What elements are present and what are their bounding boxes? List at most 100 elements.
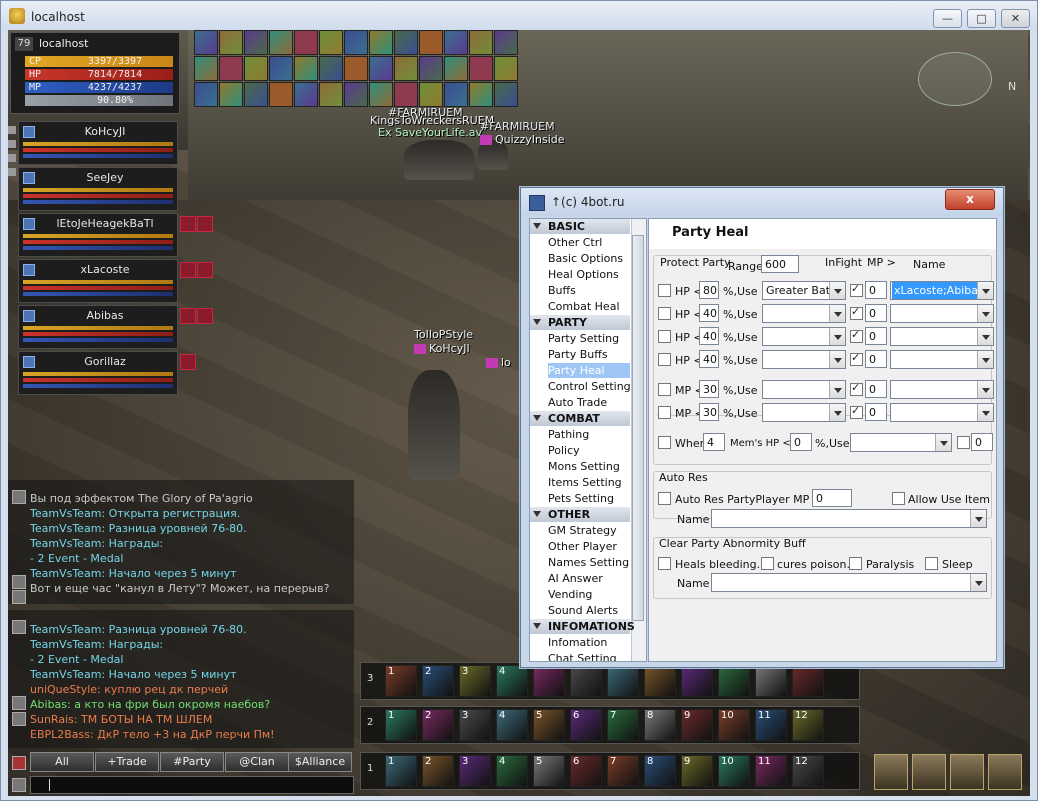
hotbar-slot[interactable]: 9 (681, 755, 713, 787)
player-name-tag[interactable]: lo (486, 356, 511, 369)
minimap[interactable] (918, 52, 992, 106)
rule-skill-select[interactable] (762, 327, 846, 346)
nav-item-policy[interactable]: Policy (548, 443, 630, 458)
rule-mp-input[interactable]: 0 (865, 380, 887, 398)
hotbar-slot[interactable]: 4 (496, 665, 528, 697)
hotbar-slot[interactable]: 7 (607, 755, 639, 787)
hotbar-slot[interactable]: 1 (385, 709, 417, 741)
nav-item-other-ctrl[interactable]: Other Ctrl (548, 235, 630, 250)
rule-enable-checkbox[interactable] (658, 353, 671, 366)
side-button-icon[interactable] (8, 126, 16, 134)
hotbar-slot[interactable]: 10 (718, 709, 750, 741)
cures-poison-checkbox[interactable] (761, 557, 774, 570)
player-name-tag[interactable]: #FARMIRUEM (480, 120, 555, 133)
hotbar-slot[interactable]: 12 (792, 709, 824, 741)
rule-name-select[interactable] (890, 403, 994, 422)
hotbar-slot[interactable]: 1 (385, 665, 417, 697)
nav-item-names-setting[interactable]: Names Setting (548, 555, 630, 570)
rule-name-select[interactable] (890, 350, 994, 369)
nav-item-chat-setting[interactable]: Chat Setting (548, 651, 630, 661)
chat-tab-alliance[interactable]: $Alliance (288, 752, 352, 772)
when-extra-checkbox[interactable] (957, 436, 970, 449)
rule-mp-input[interactable]: 0 (865, 304, 887, 322)
player-name-tag[interactable]: Ex SaveYourLife.av (378, 126, 482, 139)
bot-close-button[interactable]: x (945, 189, 995, 210)
player-character[interactable] (408, 370, 460, 480)
hotbar-slot[interactable]: 3 (459, 709, 491, 741)
auto-res-mp-input[interactable]: 0 (812, 489, 852, 507)
chat-tab-party[interactable]: #Party (160, 752, 224, 772)
rule-percent-input[interactable]: 30 (699, 380, 719, 398)
auto-res-checkbox[interactable] (658, 492, 671, 505)
scroll-up-button[interactable] (12, 620, 26, 634)
nav-item-control-setting[interactable]: Control Setting (548, 379, 631, 394)
nav-item-other-player[interactable]: Other Player (548, 539, 630, 554)
rule-percent-input[interactable]: 40 (699, 327, 719, 345)
infight-checkbox[interactable] (850, 381, 863, 396)
side-button-icon[interactable] (8, 140, 16, 148)
when-skill-select[interactable] (850, 433, 952, 452)
nav-item-pathing[interactable]: Pathing (548, 427, 630, 442)
nav-section-infomations[interactable]: INFOMATIONS (530, 619, 635, 634)
rule-percent-input[interactable]: 80 (699, 281, 719, 299)
paralysis-checkbox[interactable] (849, 557, 862, 570)
nav-item-sound-alerts[interactable]: Sound Alerts (548, 603, 630, 618)
party-member[interactable]: KoHcyJI (18, 121, 178, 165)
rule-name-select[interactable] (890, 380, 994, 399)
chat-mode-icon[interactable] (12, 778, 26, 792)
infight-checkbox[interactable] (850, 351, 863, 366)
nav-section-other[interactable]: OTHER (530, 507, 630, 522)
when-extra-input[interactable]: 0 (971, 433, 993, 451)
hotbar-slot[interactable]: 2 (422, 755, 454, 787)
hotbar-slot[interactable] (533, 665, 565, 697)
rule-name-select[interactable]: xLacoste;Abibas; (890, 281, 994, 300)
nav-item-party-buffs[interactable]: Party Buffs (548, 347, 630, 362)
rule-percent-input[interactable]: 40 (699, 304, 719, 322)
party-member[interactable]: lEtoJeHeagekBaTl (18, 213, 178, 257)
nav-item-mons-setting[interactable]: Mons Setting (548, 459, 630, 474)
scroll-handle[interactable] (12, 696, 26, 710)
nav-item-combat-heal[interactable]: Combat Heal (548, 299, 630, 314)
hotbar-slot[interactable]: 4 (496, 709, 528, 741)
chat-tab-trade[interactable]: +Trade (95, 752, 159, 772)
auto-res-name-select[interactable] (711, 509, 987, 528)
infight-checkbox[interactable] (850, 282, 863, 297)
hotbar-slot[interactable]: 5 (533, 755, 565, 787)
hotbar-slot[interactable]: 2 (422, 665, 454, 697)
when-count-input[interactable]: 4 (703, 433, 725, 451)
nav-item-vending[interactable]: Vending (548, 587, 630, 602)
chat-tab-clan[interactable]: @Clan (225, 752, 289, 772)
rule-percent-input[interactable]: 40 (699, 350, 719, 368)
hotbar-slot[interactable]: 7 (607, 709, 639, 741)
rule-skill-select[interactable] (762, 403, 846, 422)
scroll-up-button[interactable] (12, 490, 26, 504)
hotbar-slot[interactable]: 4 (496, 755, 528, 787)
heals-bleeding-checkbox[interactable] (658, 557, 671, 570)
nav-section-party[interactable]: PARTY (530, 315, 630, 330)
nav-item-basic-options[interactable]: Basic Options (548, 251, 630, 266)
chat-tab-all[interactable]: All (30, 752, 94, 772)
hotbar-slot[interactable]: 5 (533, 709, 565, 741)
party-member[interactable]: SeeJey (18, 167, 178, 211)
when-checkbox[interactable] (658, 436, 671, 449)
side-button-icon[interactable] (8, 154, 16, 162)
nav-section-basic[interactable]: BASIC (530, 219, 630, 234)
allow-use-item-checkbox[interactable] (892, 492, 905, 505)
hotbar-slot[interactable]: 3 (459, 755, 491, 787)
hotbar-slot[interactable]: 11 (755, 709, 787, 741)
player-title-tag[interactable]: ToIIoPStyle (414, 328, 473, 341)
nav-item-buffs[interactable]: Buffs (548, 283, 630, 298)
nav-item-pets-setting[interactable]: Pets Setting (548, 491, 630, 506)
rule-mp-input[interactable]: 0 (865, 327, 887, 345)
chat-filter-icon[interactable] (12, 756, 26, 770)
bot-title-bar[interactable]: ↑(c) 4bot.ru x (521, 188, 1003, 216)
hotbar-slot[interactable]: 10 (718, 755, 750, 787)
rule-skill-select[interactable] (762, 304, 846, 323)
hotbar-slot[interactable]: 3 (459, 665, 491, 697)
settings-icon[interactable] (988, 754, 1022, 790)
nav-item-gm-strategy[interactable]: GM Strategy (548, 523, 630, 538)
party-member[interactable]: xLacoste (18, 259, 178, 303)
map-icon[interactable] (950, 754, 984, 790)
hotbar-slot[interactable]: 11 (755, 755, 787, 787)
hotbar-slot[interactable]: 1 (385, 755, 417, 787)
